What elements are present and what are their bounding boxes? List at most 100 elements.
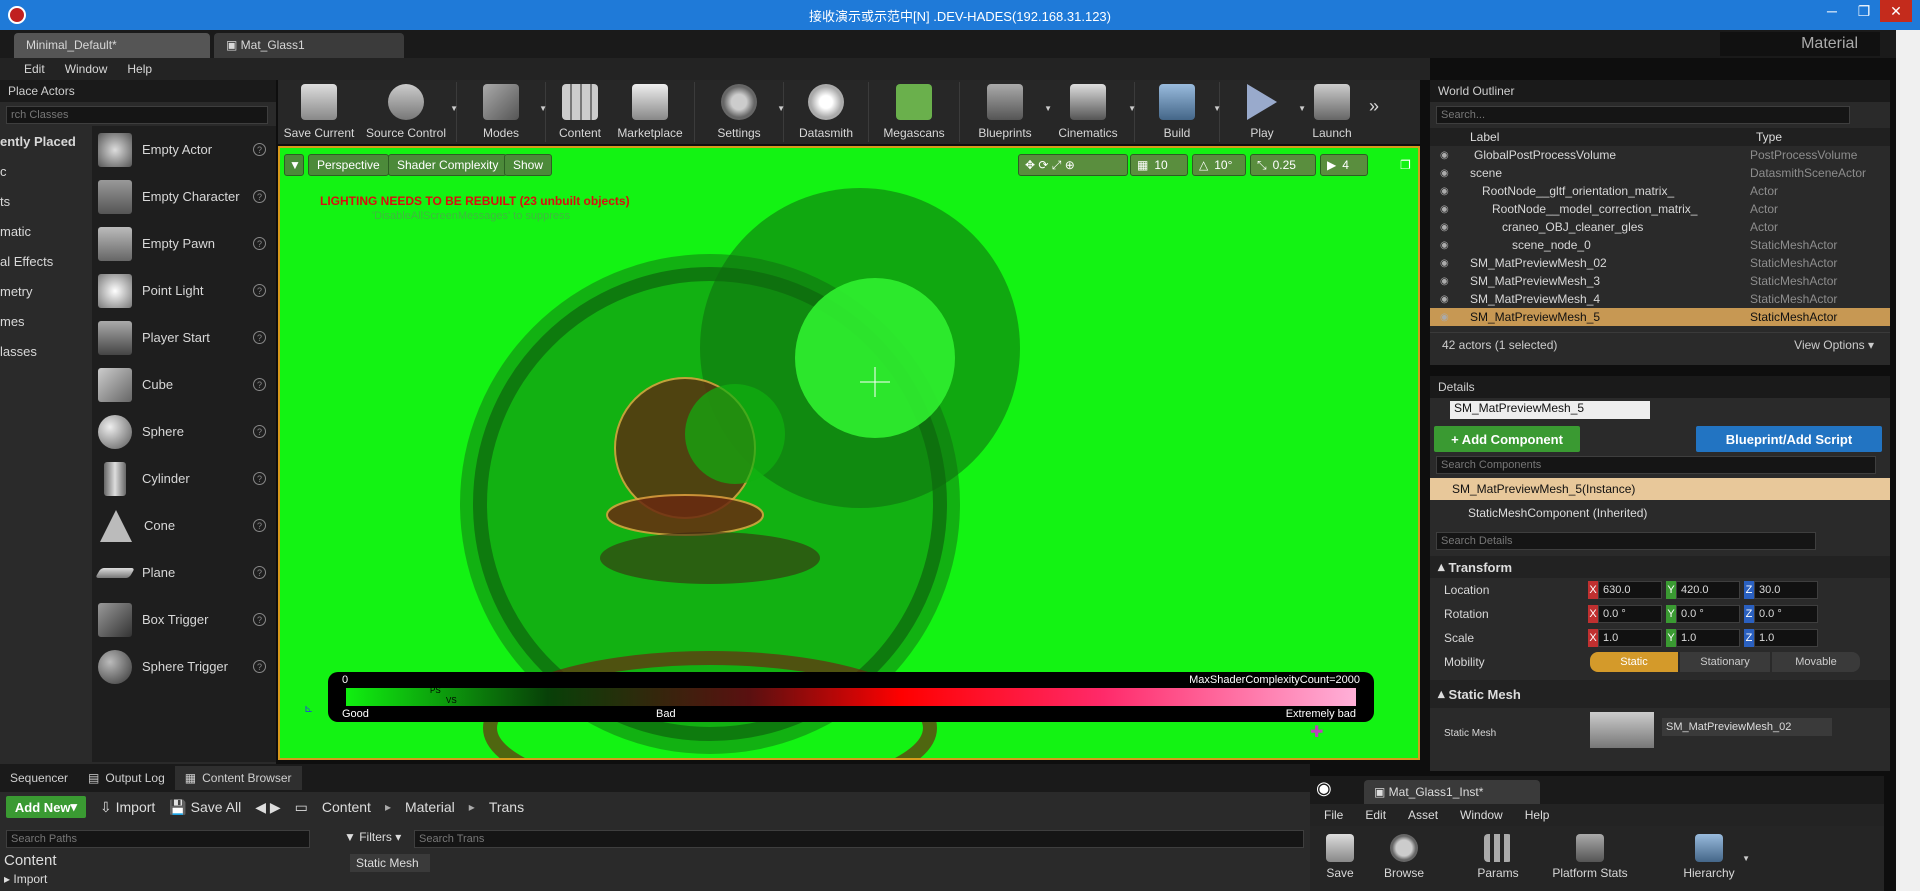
rotation-y-field[interactable]: Y 0.0 °	[1666, 605, 1740, 623]
static-mesh-filter-chip[interactable]: Static Mesh	[350, 854, 430, 872]
datasmith-button[interactable]: Datasmith	[788, 80, 864, 140]
filters-button[interactable]: ▼ Filters ▾	[344, 830, 401, 844]
scale-snap-toggle[interactable]: ⤡ 0.25	[1250, 154, 1316, 176]
menu-window[interactable]: Window	[65, 62, 108, 76]
actor-sphere[interactable]: Sphere?	[92, 408, 276, 455]
location-z-field[interactable]: Z 30.0	[1744, 581, 1818, 599]
megascans-button[interactable]: Megascans	[873, 80, 955, 140]
help-icon[interactable]: ?	[253, 284, 266, 297]
visibility-eye-icon[interactable]: ◉	[1440, 258, 1454, 269]
outliner-row[interactable]: ◉ SM_MatPreviewMesh_5 StaticMeshActor	[1430, 308, 1890, 326]
minimize-button[interactable]: ─	[1816, 0, 1848, 22]
chevron-down-icon[interactable]: ▼	[777, 104, 785, 113]
tab-mat-glass1-inst[interactable]: ▣ Mat_Glass1_Inst*	[1364, 780, 1540, 804]
tab-sequencer[interactable]: Sequencer	[0, 766, 78, 790]
rotation-label[interactable]: Rotation	[1444, 607, 1489, 621]
category-volumes[interactable]: mes	[0, 306, 92, 336]
save-current-button[interactable]: Save Current	[278, 80, 360, 140]
help-icon[interactable]: ?	[253, 425, 266, 438]
search-paths-input[interactable]: Search Paths	[6, 830, 310, 848]
blueprint-add-script-button[interactable]: Blueprint/Add Script	[1696, 426, 1882, 452]
actor-name-field[interactable]: SM_MatPreviewMesh_5	[1450, 401, 1650, 419]
outliner-row[interactable]: ◉ scene DatasmithSceneActor	[1430, 164, 1890, 182]
tab-mat-glass1[interactable]: ▣ Mat_Glass1	[214, 33, 404, 58]
chevron-down-icon[interactable]: ▼	[450, 104, 458, 113]
actor-cone[interactable]: Cone?	[92, 502, 276, 549]
mesh-thumbnail[interactable]	[1590, 712, 1654, 748]
scale-z-value[interactable]: 1.0	[1754, 629, 1818, 647]
import-button[interactable]: ⇩ Import	[100, 799, 155, 816]
perspective-button[interactable]: Perspective	[308, 154, 389, 176]
visibility-eye-icon[interactable]: ◉	[1440, 276, 1454, 287]
mat-save-button[interactable]: Save	[1318, 830, 1362, 880]
actor-box-trigger[interactable]: Box Trigger?	[92, 596, 276, 643]
actor-cube[interactable]: Cube?	[92, 361, 276, 408]
chevron-down-icon[interactable]: ▼	[1213, 104, 1221, 113]
help-icon[interactable]: ?	[253, 143, 266, 156]
scale-y-value[interactable]: 1.0	[1676, 629, 1740, 647]
mat-platform-stats-button[interactable]: Platform Stats	[1544, 830, 1636, 880]
actor-cylinder[interactable]: Cylinder?	[92, 455, 276, 502]
rotation-snap-toggle[interactable]: △ 10°	[1192, 154, 1246, 176]
viewport-options-button[interactable]: ▼	[284, 154, 304, 176]
outliner-row[interactable]: ◉ RootNode__gltf_orientation_matrix_ Actor	[1430, 182, 1890, 200]
rotation-y-value[interactable]: 0.0 °	[1676, 605, 1740, 623]
category-recently-placed[interactable]: ently Placed	[0, 126, 92, 156]
launch-button[interactable]: Launch	[1300, 80, 1364, 140]
menu-edit[interactable]: Edit	[24, 62, 45, 76]
save-all-button[interactable]: 💾 Save All	[169, 799, 241, 816]
component-instance-row[interactable]: SM_MatPreviewMesh_5(Instance)	[1430, 478, 1890, 500]
search-details-input[interactable]: Search Details	[1436, 532, 1816, 550]
search-trans-input[interactable]: Search Trans	[414, 830, 1304, 848]
window-scrollbar[interactable]	[1896, 30, 1920, 891]
outliner-row[interactable]: ◉ GlobalPostProcessVolume PostProcessVolum…	[1430, 146, 1890, 164]
source-control-button[interactable]: Source Control ▼	[360, 80, 458, 140]
mat-menu-edit[interactable]: Edit	[1365, 808, 1386, 822]
cinematics-button[interactable]: Cinematics ▼	[1046, 80, 1136, 140]
actor-empty-character[interactable]: Empty Character?	[92, 173, 276, 220]
marketplace-button[interactable]: Marketplace	[610, 80, 690, 140]
grid-snap-toggle[interactable]: ▦ 10	[1130, 154, 1188, 176]
history-nav-icon[interactable]: ◀ ▶	[255, 799, 280, 816]
static-mesh-component-row[interactable]: StaticMeshComponent (Inherited)	[1430, 500, 1890, 526]
mat-menu-help[interactable]: Help	[1525, 808, 1550, 822]
help-icon[interactable]: ?	[253, 378, 266, 391]
close-button[interactable]: ✕	[1880, 0, 1912, 22]
camera-speed-button[interactable]: ▶ 4	[1320, 154, 1368, 176]
outliner-row[interactable]: ◉ SM_MatPreviewMesh_02 StaticMeshActor	[1430, 254, 1890, 272]
menu-help[interactable]: Help	[127, 62, 152, 76]
help-icon[interactable]: ?	[253, 472, 266, 485]
add-new-button[interactable]: Add New ▾	[6, 796, 86, 818]
add-component-button[interactable]: + Add Component	[1434, 426, 1580, 452]
class-search-input[interactable]: rch Classes	[6, 106, 268, 124]
mobility-stationary-option[interactable]: Stationary	[1680, 652, 1770, 672]
scale-z-field[interactable]: Z 1.0	[1744, 629, 1818, 647]
location-y-field[interactable]: Y 420.0	[1666, 581, 1740, 599]
help-icon[interactable]: ?	[253, 237, 266, 250]
tab-minimal-default[interactable]: Minimal_Default*	[14, 33, 210, 58]
mat-menu-asset[interactable]: Asset	[1408, 808, 1438, 822]
actor-plane[interactable]: Plane?	[92, 549, 276, 596]
chevron-down-icon[interactable]: ▼	[1128, 104, 1136, 113]
location-label[interactable]: Location	[1444, 583, 1489, 597]
content-button[interactable]: Content	[550, 80, 610, 140]
category-lights[interactable]: ts	[0, 186, 92, 216]
show-button[interactable]: Show	[504, 154, 553, 176]
mobility-static-option[interactable]: Static	[1590, 652, 1678, 672]
modes-button[interactable]: Modes ▼	[461, 80, 547, 140]
maximize-viewport-icon[interactable]: ❐	[1400, 158, 1411, 172]
scale-x-value[interactable]: 1.0	[1598, 629, 1662, 647]
help-icon[interactable]: ?	[253, 190, 266, 203]
view-mode-button[interactable]: Shader Complexity	[388, 154, 508, 176]
level-viewport[interactable]: ▼ Perspective Shader Complexity Show ✥ ⟳…	[278, 146, 1420, 760]
visibility-eye-icon[interactable]: ◉	[1440, 240, 1454, 251]
category-geometry[interactable]: metry	[0, 276, 92, 306]
static-mesh-dropdown[interactable]: SM_MatPreviewMesh_02	[1662, 718, 1832, 736]
rotation-z-field[interactable]: Z 0.0 °	[1744, 605, 1818, 623]
actor-point-light[interactable]: Point Light?	[92, 267, 276, 314]
tree-import-folder[interactable]: ▸ Import	[4, 872, 47, 886]
tab-content-browser[interactable]: ▦ Content Browser	[174, 766, 302, 790]
outliner-row[interactable]: ◉ SM_MatPreviewMesh_4 StaticMeshActor	[1430, 290, 1890, 308]
help-icon[interactable]: ?	[253, 660, 266, 673]
rotation-z-value[interactable]: 0.0 °	[1754, 605, 1818, 623]
